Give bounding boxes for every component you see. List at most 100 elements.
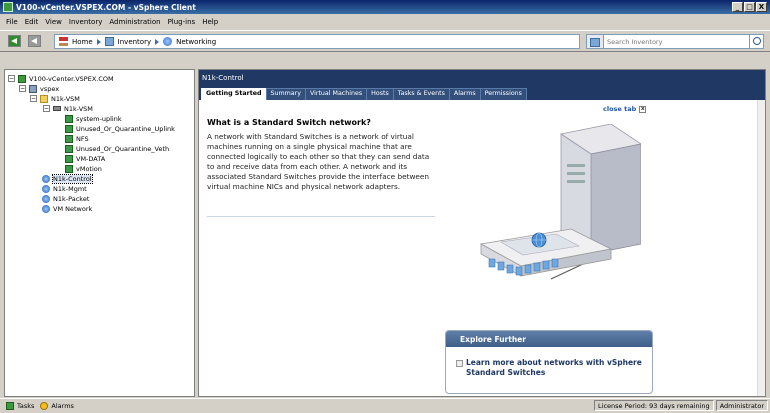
window-title-bar: V100-vCenter.VSPEX.COM - vSphere Client … [0, 0, 770, 14]
tree-node-label: N1k-Mgmt [53, 184, 87, 193]
tab-permissions[interactable]: Permissions [479, 88, 527, 100]
tree-node-label: vMotion [76, 164, 102, 173]
learn-more-link[interactable]: Learn more about networks with vSphere S… [454, 358, 644, 378]
tree-node-portgroup[interactable]: vMotion [65, 164, 102, 173]
alarms-button[interactable]: Alarms [40, 402, 74, 410]
tree-node-network[interactable]: VM Network [42, 204, 92, 213]
breadcrumb-arrow-icon [155, 38, 160, 45]
search-icon[interactable] [750, 34, 764, 49]
search-box [586, 34, 764, 49]
tab-hosts[interactable]: Hosts [366, 88, 394, 100]
menu-edit[interactable]: Edit [25, 18, 39, 26]
tree-node-network[interactable]: N1k-Mgmt [42, 184, 87, 193]
portgroup-icon [65, 124, 73, 133]
home-icon [59, 37, 68, 46]
tab-alarms[interactable]: Alarms [448, 88, 481, 100]
collapse-icon[interactable]: − [30, 95, 37, 102]
window-controls: _ □ X [732, 2, 767, 12]
tree-node-portgroup[interactable]: Unused_Or_Quarantine_Uplink [65, 124, 175, 133]
explore-further-box: Explore Further Learn more about network… [445, 330, 653, 394]
close-icon[interactable]: x [639, 105, 647, 113]
menu-inventory[interactable]: Inventory [69, 18, 102, 26]
networking-icon [163, 37, 173, 46]
maximize-button[interactable]: □ [744, 2, 755, 12]
page-heading: What is a Standard Switch network? [207, 118, 371, 127]
vertical-scrollbar[interactable] [757, 100, 765, 396]
breadcrumb-home[interactable]: Home [72, 38, 93, 46]
tab-getting-started[interactable]: Getting Started [201, 88, 267, 100]
network-icon [42, 184, 50, 193]
network-icon [42, 194, 50, 203]
tree-node-network-selected[interactable]: N1k-Control [42, 173, 93, 184]
navigation-bar: Home Inventory Networking [0, 30, 770, 52]
getting-started-content: close tab x What is a Standard Switch ne… [199, 100, 765, 396]
status-bar: Tasks Alarms License Period: 93 days rem… [0, 398, 770, 413]
portgroup-icon [65, 144, 73, 153]
inventory-tree: − V100-vCenter.VSPEX.COM − vspex − N1k-V… [4, 69, 195, 397]
tree-node-dvswitch[interactable]: − N1k-VSM [43, 104, 93, 113]
toolbar-strip [0, 53, 770, 69]
status-bar-right: License Period: 93 days remaining Admini… [594, 400, 768, 411]
close-button[interactable]: X [756, 2, 767, 12]
tree-node-datacenter[interactable]: − vspex [19, 84, 59, 93]
tasks-label: Tasks [17, 402, 35, 410]
explore-further-title: Explore Further [446, 331, 652, 347]
forward-button[interactable] [28, 35, 41, 47]
tree-node-portgroup[interactable]: NFS [65, 134, 89, 143]
collapse-icon[interactable]: − [43, 105, 50, 112]
portgroup-icon [65, 134, 73, 143]
tree-node-label: Unused_Or_Quarantine_Veth [76, 144, 170, 153]
breadcrumb-arrow-icon [96, 38, 101, 45]
tree-node-label: VM Network [53, 204, 93, 213]
minimize-button[interactable]: _ [732, 2, 743, 12]
menu-administration[interactable]: Administration [109, 18, 160, 26]
search-input[interactable] [604, 34, 750, 49]
network-icon [42, 174, 50, 183]
tree-node-label: NFS [76, 134, 89, 143]
window-title: V100-vCenter.VSPEX.COM - vSphere Client [16, 2, 196, 12]
tab-summary[interactable]: Summary [265, 88, 306, 100]
folder-icon [40, 94, 48, 103]
breadcrumb-inventory[interactable]: Inventory [118, 38, 151, 46]
vsphere-app-icon [3, 2, 13, 12]
menu-file[interactable]: File [6, 18, 18, 26]
object-panel: N1k-Control Getting Started Summary Virt… [198, 69, 766, 397]
license-status: License Period: 93 days remaining [594, 400, 714, 411]
breadcrumb: Home Inventory Networking [54, 34, 580, 49]
tree-node-network[interactable]: N1k-Packet [42, 194, 89, 203]
alarms-label: Alarms [51, 402, 74, 410]
tree-node-label: V100-vCenter.VSPEX.COM [29, 74, 114, 83]
tree-node-label: VM-DATA [76, 154, 106, 163]
network-icon [42, 204, 50, 213]
object-title: N1k-Control [199, 70, 765, 87]
tree-node-label: system-uplink [76, 114, 122, 123]
datacenter-icon [29, 84, 37, 93]
tree-node-portgroup[interactable]: Unused_Or_Quarantine_Veth [65, 144, 169, 153]
collapse-icon[interactable]: − [19, 85, 26, 92]
tree-node-label: N1k-VSM [51, 94, 80, 103]
menu-help[interactable]: Help [202, 18, 218, 26]
tab-tasks-events[interactable]: Tasks & Events [392, 88, 450, 100]
description-text: A network with Standard Switches is a ne… [207, 132, 430, 191]
tree-node-portgroup[interactable]: system-uplink [65, 114, 122, 123]
tree-node-label: Unused_Or_Quarantine_Uplink [76, 124, 175, 133]
tab-virtual-machines[interactable]: Virtual Machines [304, 88, 368, 100]
collapse-icon[interactable]: − [8, 75, 15, 82]
tree-node-label: N1k-VSM [64, 104, 93, 113]
tree-node-portgroup[interactable]: VM-DATA [65, 154, 105, 163]
search-scope-dropdown[interactable] [586, 34, 604, 49]
tree-node-folder[interactable]: − N1k-VSM [30, 94, 80, 103]
menu-view[interactable]: View [45, 18, 62, 26]
breadcrumb-networking[interactable]: Networking [176, 38, 216, 46]
tree-node-label: N1k-Packet [53, 194, 90, 203]
tasks-button[interactable]: Tasks [6, 402, 34, 410]
portgroup-icon [65, 164, 73, 173]
current-user: Administrator [715, 400, 768, 411]
close-tab-link[interactable]: close tab x [603, 105, 647, 113]
portgroup-icon [65, 154, 73, 163]
tree-node-vcenter[interactable]: − V100-vCenter.VSPEX.COM [8, 74, 114, 83]
menu-plugins[interactable]: Plug-ins [168, 18, 196, 26]
tasks-icon [6, 402, 14, 410]
alarms-icon [40, 402, 49, 410]
back-button[interactable] [8, 35, 21, 47]
